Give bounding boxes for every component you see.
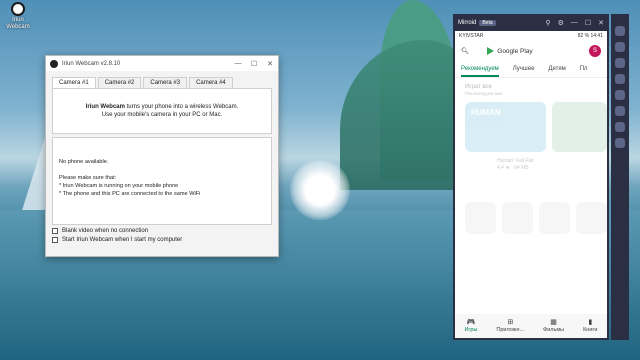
window-title: Iriun Webcam v2.8.10 xyxy=(62,60,121,67)
battery-time: 82 % 14:41 xyxy=(577,32,603,39)
carrier-label: KYIVSTAR xyxy=(459,32,484,39)
phone-screen[interactable]: KYIVSTAR 82 % 14:41 🔍︎ Google Play S Рек… xyxy=(455,31,607,338)
keyboard-icon[interactable] xyxy=(615,74,625,84)
movie-icon: ▦ xyxy=(550,319,557,326)
section-title: Играт все xyxy=(465,84,492,90)
avatar[interactable]: S xyxy=(589,45,601,57)
fullscreen-icon[interactable] xyxy=(615,122,625,132)
placeholder-tile xyxy=(465,202,496,234)
desktop-icon-iriun[interactable]: Iriun Webcam xyxy=(4,2,32,31)
iriun-window: Iriun Webcam v2.8.10 — ☐ ✕ Camera #1 Cam… xyxy=(45,55,279,257)
autostart-checkbox[interactable] xyxy=(52,237,58,243)
google-play-label: Google Play xyxy=(497,47,533,55)
nav-books[interactable]: ▮ Книги xyxy=(583,319,597,333)
link-icon[interactable]: ⚲ xyxy=(545,19,550,27)
info-brand: Iriun Webcam xyxy=(85,104,125,110)
settings-icon[interactable]: ⚙ xyxy=(558,19,564,27)
section-header: Играт все Рекомендуем вам xyxy=(455,78,607,96)
game-name: Human: Fall Flat xyxy=(497,158,534,164)
tab-recommended[interactable]: Рекомендуем xyxy=(461,66,499,77)
maximize-icon[interactable]: ☐ xyxy=(246,60,262,68)
screenshot-icon[interactable] xyxy=(615,90,625,100)
book-icon: ▮ xyxy=(588,319,593,326)
phone-statusbar: KYIVSTAR 82 % 14:41 xyxy=(455,31,607,40)
autostart-option[interactable]: Start Iriun Webcam when I start my compu… xyxy=(52,237,278,243)
play-icon xyxy=(487,47,495,55)
game-meta: Human: Fall Flat 4,4 ★ · 64 МБ xyxy=(455,152,607,172)
minimize-icon[interactable]: — xyxy=(230,60,246,68)
blank-video-option[interactable]: Blank video when no connection xyxy=(52,228,278,234)
info-line-1: Iriun Webcam turns your phone into a wir… xyxy=(86,103,239,111)
bottom-nav: 🎮 Игры ⊞ Приложе... ▦ Фильмы ▮ Книги xyxy=(455,314,607,338)
nav-label: Игры xyxy=(464,327,478,333)
blank-video-checkbox[interactable] xyxy=(52,228,58,234)
tab-more[interactable]: Пл xyxy=(580,66,588,77)
app-icon xyxy=(50,59,58,68)
blank-video-label: Blank video when no connection xyxy=(62,228,149,234)
gamepad-icon: 🎮 xyxy=(466,319,476,326)
nav-apps[interactable]: ⊞ Приложе... xyxy=(496,319,524,333)
game-rating: 4,4 ★ · 64 МБ xyxy=(497,165,529,171)
nav-label: Приложе... xyxy=(496,327,525,333)
play-search-bar[interactable]: 🔍︎ Google Play S xyxy=(461,43,601,59)
info-line-1-text: turns your phone into a wireless Webcam. xyxy=(124,104,239,110)
minimize-icon[interactable]: — xyxy=(571,19,578,27)
search-icon[interactable]: 🔍︎ xyxy=(461,47,469,55)
game-card[interactable]: HUMAN xyxy=(465,102,547,152)
close-icon[interactable]: ✕ xyxy=(598,19,604,27)
info-line-2: Use your mobile's camera in your PC or M… xyxy=(101,112,223,118)
mirroid-title-bar[interactable]: Mirroid Beta ⚲ ⚙ — ☐ ✕ xyxy=(453,14,609,31)
tab-kids[interactable]: Детям xyxy=(548,66,565,77)
info-panel: Iriun Webcam turns your phone into a wir… xyxy=(52,88,272,134)
mirroid-toolbar xyxy=(611,14,629,340)
tab-camera-3[interactable]: Camera #3 xyxy=(143,77,188,88)
status-line: * The phone and this PC are connected to… xyxy=(59,191,201,197)
placeholder-tile xyxy=(539,202,570,234)
nav-label: Фильмы xyxy=(543,327,565,333)
status-line: Please make sure that: xyxy=(59,175,117,181)
autostart-label: Start Iriun Webcam when I start my compu… xyxy=(62,237,183,243)
game-cards: HUMAN xyxy=(455,96,607,152)
tab-camera-4[interactable]: Camera #4 xyxy=(189,77,233,88)
nav-label: Книги xyxy=(583,327,598,333)
placeholder-tile xyxy=(502,202,533,234)
tab-best[interactable]: Лучшее xyxy=(513,66,535,77)
close-icon[interactable]: ✕ xyxy=(262,60,278,68)
volume-down-icon[interactable] xyxy=(615,42,625,52)
play-tabs: Рекомендуем Лучшее Детям Пл xyxy=(455,62,607,78)
beta-badge: Beta xyxy=(479,19,496,26)
nav-games[interactable]: 🎮 Игры xyxy=(464,319,477,333)
record-icon[interactable] xyxy=(615,106,625,116)
status-panel: No phone available. Please make sure tha… xyxy=(52,137,272,225)
status-line: No phone available. xyxy=(59,159,109,165)
maximize-icon[interactable]: ☐ xyxy=(585,19,591,27)
camera-tabs: Camera #1 Camera #2 Camera #3 Camera #4 xyxy=(46,71,278,88)
volume-up-icon[interactable] xyxy=(615,26,625,36)
title-bar[interactable]: Iriun Webcam v2.8.10 — ☐ ✕ xyxy=(46,56,278,71)
webcam-icon xyxy=(11,2,25,16)
nav-movies[interactable]: ▦ Фильмы xyxy=(543,319,564,333)
status-line: * Iriun Webcam is running on your mobile… xyxy=(59,183,179,189)
wallpaper-sun xyxy=(290,160,350,220)
loading-placeholders xyxy=(455,172,607,234)
tab-camera-1[interactable]: Camera #1 xyxy=(52,77,96,88)
mirroid-window: Mirroid Beta ⚲ ⚙ — ☐ ✕ KYIVSTAR 82 % 14:… xyxy=(453,14,609,340)
game-card[interactable] xyxy=(552,102,607,152)
rotate-icon[interactable] xyxy=(615,58,625,68)
placeholder-tile xyxy=(576,202,607,234)
google-play-logo: Google Play xyxy=(487,47,533,55)
tab-camera-2[interactable]: Camera #2 xyxy=(97,77,142,88)
desktop-icon-label: Iriun Webcam xyxy=(6,17,30,30)
more-icon[interactable] xyxy=(615,138,625,148)
window-title: Mirroid xyxy=(458,19,477,26)
apps-icon: ⊞ xyxy=(507,319,514,326)
